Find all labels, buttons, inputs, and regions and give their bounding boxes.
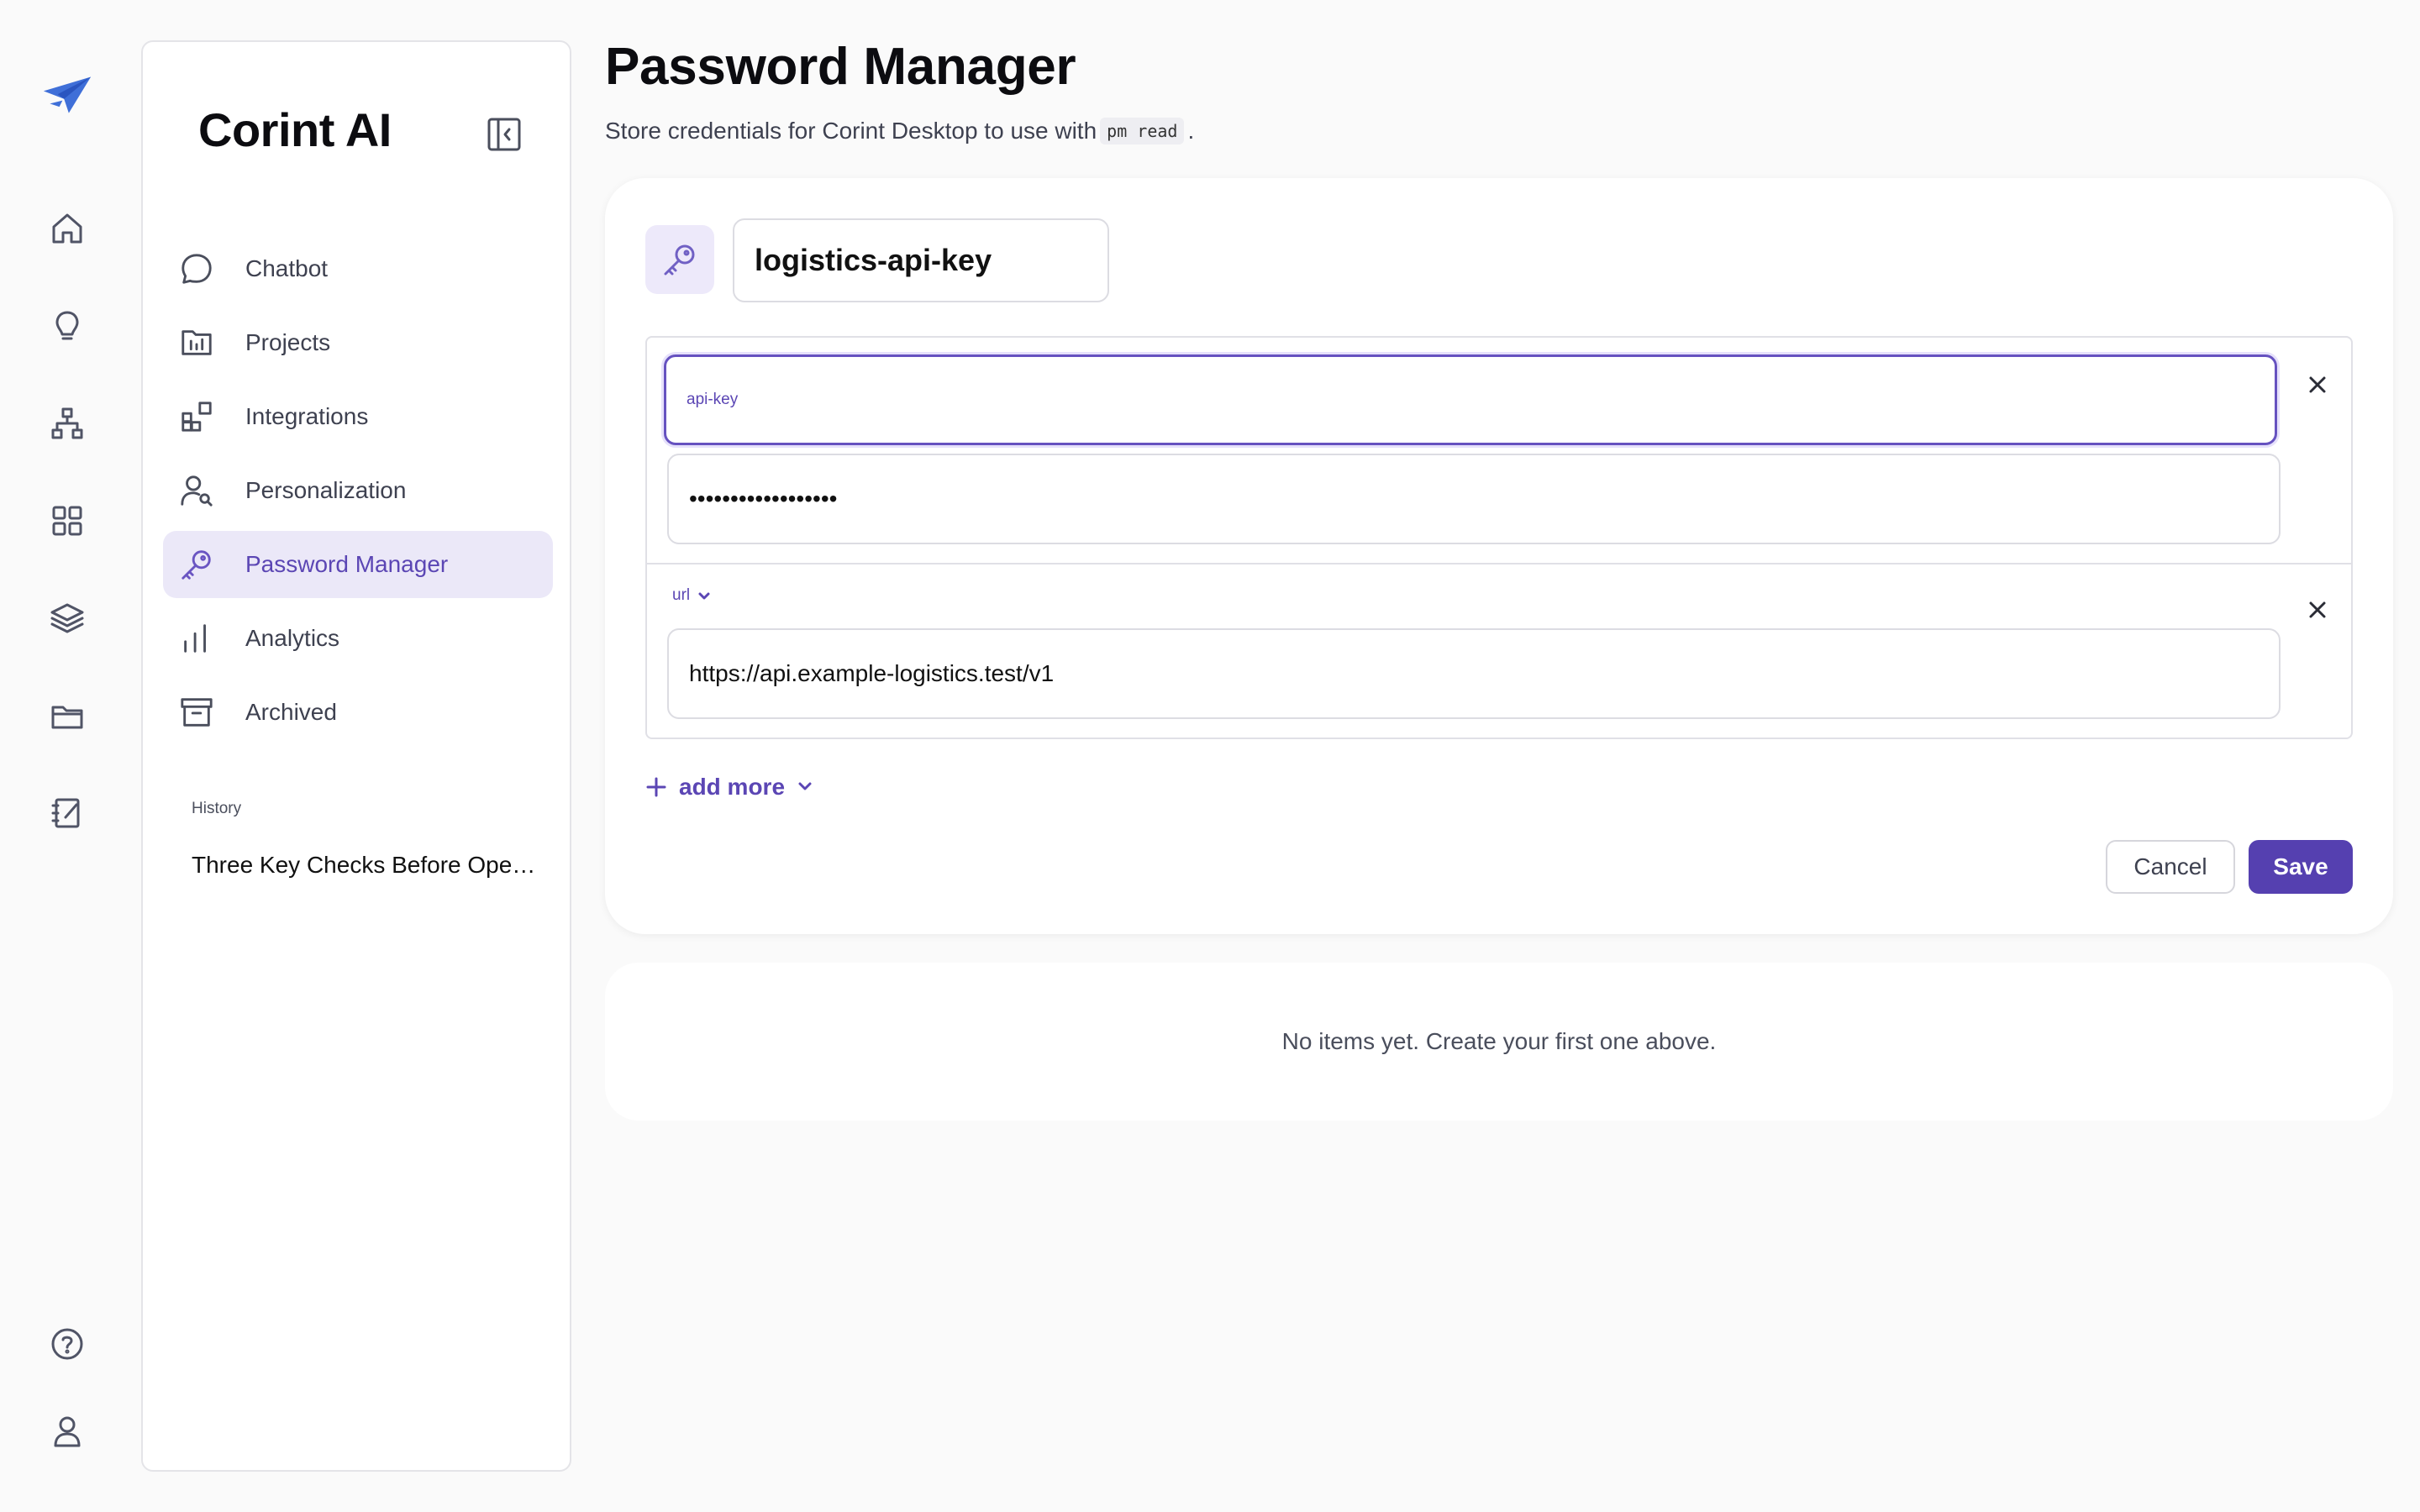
sidebar: Corint AI Chatbot Projects Integrations …	[141, 40, 571, 1472]
page-subtitle: Store credentials for Corint Desktop to …	[605, 118, 1194, 144]
sidebar-nav: Chatbot Projects Integrations Personaliz…	[163, 235, 553, 753]
chevron-down-icon	[797, 774, 813, 801]
key-icon	[178, 546, 215, 583]
field-value-input[interactable]	[667, 454, 2281, 544]
field-label-input[interactable]	[664, 354, 2277, 445]
bar-chart-icon	[178, 620, 215, 657]
field-value-input[interactable]	[667, 628, 2281, 719]
collapse-sidebar-button[interactable]	[479, 109, 529, 160]
add-more-button[interactable]: add more	[645, 766, 813, 808]
sidebar-item-personalization[interactable]: Personalization	[163, 457, 553, 524]
key-icon	[664, 244, 695, 276]
page-title: Password Manager	[605, 38, 1076, 96]
save-button[interactable]: Save	[2249, 840, 2353, 894]
home-icon[interactable]	[42, 203, 92, 254]
subtitle-code: pm read	[1100, 118, 1185, 144]
sidebar-item-label: Personalization	[245, 477, 407, 503]
chevron-down-icon	[698, 592, 710, 600]
add-more-label: add more	[679, 774, 786, 800]
cancel-button[interactable]: Cancel	[2106, 840, 2235, 894]
lightbulb-icon[interactable]	[42, 301, 92, 351]
credential-fields: url	[645, 336, 2353, 739]
sidebar-item-projects[interactable]: Projects	[163, 309, 553, 376]
remove-field-button[interactable]	[2299, 366, 2336, 403]
sidebar-item-label: Analytics	[245, 625, 340, 651]
hierarchy-icon[interactable]	[42, 398, 92, 449]
sidebar-item-analytics[interactable]: Analytics	[163, 605, 553, 672]
folder-chart-icon	[178, 324, 215, 361]
credential-name-input[interactable]	[733, 218, 1109, 302]
empty-state: No items yet. Create your first one abov…	[605, 963, 2393, 1121]
sidebar-item-password-manager[interactable]: Password Manager	[163, 531, 553, 598]
sidebar-collapse-icon	[487, 118, 521, 151]
app-title: Corint AI	[198, 103, 392, 156]
user-search-icon	[178, 472, 215, 509]
close-icon	[2309, 376, 2326, 393]
sidebar-item-archived[interactable]: Archived	[163, 679, 553, 746]
user-icon[interactable]	[42, 1406, 92, 1457]
notebook-icon[interactable]	[42, 788, 92, 838]
folder-icon[interactable]	[42, 690, 92, 741]
credential-type-button[interactable]	[645, 225, 714, 294]
icon-rail	[0, 0, 134, 1512]
subtitle-suffix: .	[1187, 118, 1195, 144]
field-type-label: url	[672, 586, 691, 604]
field-row	[647, 338, 2351, 564]
integrations-icon	[178, 398, 215, 435]
logo-icon[interactable]	[42, 71, 92, 121]
history-heading: History	[192, 800, 242, 817]
remove-field-button[interactable]	[2299, 591, 2336, 628]
archive-icon	[178, 694, 215, 731]
close-icon	[2309, 601, 2326, 618]
sidebar-item-label: Password Manager	[245, 551, 449, 577]
sidebar-item-label: Integrations	[245, 403, 369, 429]
field-type-select[interactable]: url	[672, 586, 712, 605]
history-item[interactable]: Three Key Checks Before Opening a New Ac…	[192, 852, 544, 879]
sidebar-item-label: Projects	[245, 329, 331, 355]
help-icon[interactable]	[42, 1319, 92, 1369]
subtitle-text: Store credentials for Corint Desktop to …	[605, 118, 1097, 144]
sidebar-item-label: Archived	[245, 699, 337, 725]
grid-icon[interactable]	[42, 496, 92, 546]
layers-icon[interactable]	[42, 593, 92, 643]
sidebar-item-label: Chatbot	[245, 255, 329, 281]
sidebar-item-chatbot[interactable]: Chatbot	[163, 235, 553, 302]
field-row: url	[647, 564, 2351, 739]
plus-icon	[646, 777, 666, 797]
sidebar-item-integrations[interactable]: Integrations	[163, 383, 553, 450]
chat-bubble-icon	[178, 250, 215, 287]
credential-editor-card: url add more Cancel Save	[605, 178, 2393, 934]
